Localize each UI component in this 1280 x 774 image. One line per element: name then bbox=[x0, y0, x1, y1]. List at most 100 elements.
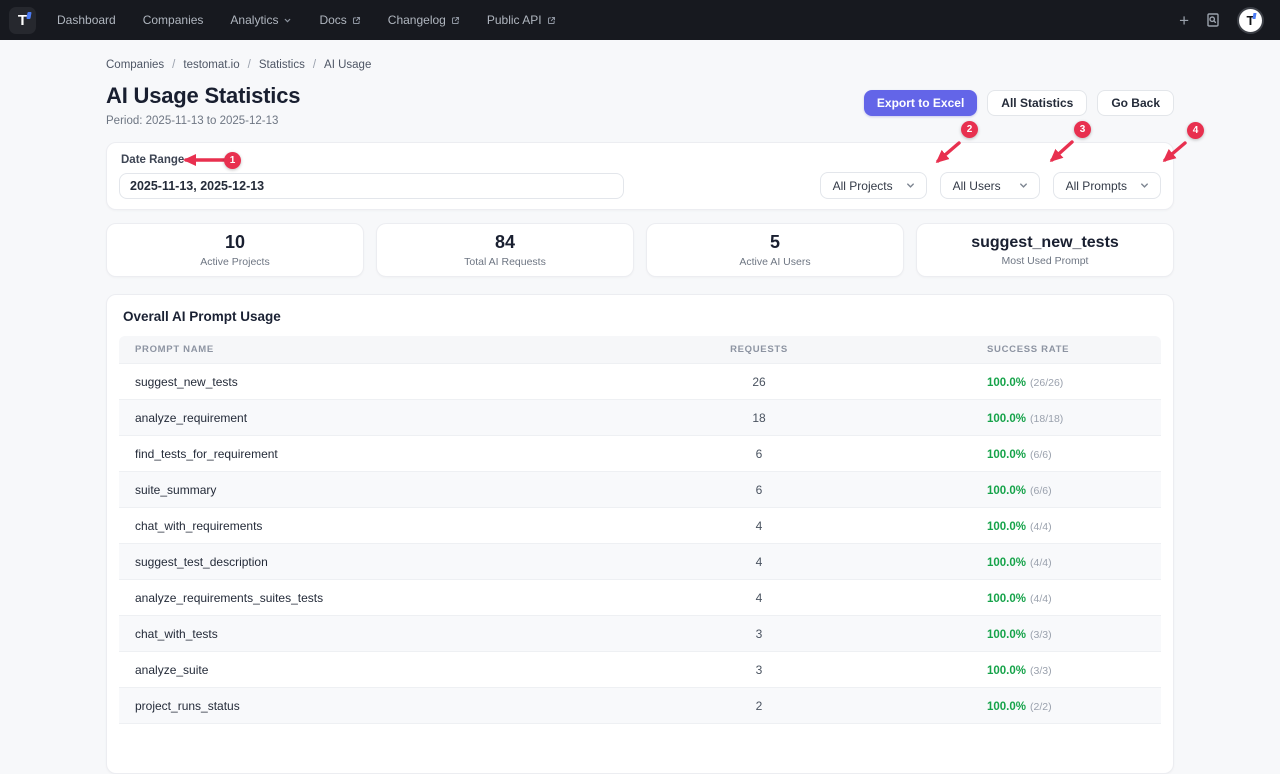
prompt-usage-card: Overall AI Prompt Usage PROMPT NAME REQU… bbox=[106, 294, 1174, 774]
success-rate-detail: (4/4) bbox=[1030, 521, 1052, 533]
table-row bbox=[119, 723, 1161, 759]
success-rate-value: 100.0% bbox=[987, 701, 1026, 713]
success-rate-detail: (6/6) bbox=[1030, 449, 1052, 461]
requests-cell: 4 bbox=[659, 555, 859, 569]
nav-item-docs[interactable]: Docs bbox=[319, 13, 360, 27]
success-rate-cell: 100.0% (4/4) bbox=[859, 555, 1161, 569]
stat-value: 10 bbox=[225, 232, 245, 253]
breadcrumb-statistics[interactable]: Statistics bbox=[259, 59, 305, 71]
nav-item-changelog[interactable]: Changelog bbox=[388, 13, 460, 27]
chevron-down-icon bbox=[283, 16, 292, 25]
success-rate-detail: (26/26) bbox=[1030, 377, 1063, 389]
projects-select[interactable]: All Projects bbox=[820, 172, 927, 199]
requests-cell: 6 bbox=[659, 483, 859, 497]
stat-value: suggest_new_tests bbox=[971, 234, 1119, 252]
prompt-name-cell: find_tests_for_requirement bbox=[119, 447, 659, 461]
column-header-success-rate: SUCCESS RATE bbox=[859, 344, 1161, 355]
success-rate-detail: (4/4) bbox=[1030, 557, 1052, 569]
go-back-button[interactable]: Go Back bbox=[1097, 90, 1174, 116]
annotation-badge-4: 4 bbox=[1187, 122, 1204, 139]
nav-item-analytics[interactable]: Analytics bbox=[230, 13, 292, 27]
success-rate-detail: (2/2) bbox=[1030, 701, 1052, 713]
prompt-name-cell: suggest_test_description bbox=[119, 555, 659, 569]
requests-cell: 2 bbox=[659, 699, 859, 713]
stat-card-total-requests: 84 Total AI Requests bbox=[376, 223, 634, 277]
success-rate-value: 100.0% bbox=[987, 377, 1026, 389]
external-link-icon bbox=[352, 16, 361, 25]
chevron-down-icon bbox=[1139, 180, 1150, 191]
nav-item-companies[interactable]: Companies bbox=[143, 13, 204, 27]
success-rate-detail: (4/4) bbox=[1030, 593, 1052, 605]
requests-cell: 3 bbox=[659, 663, 859, 677]
nav-item-public-api[interactable]: Public API bbox=[487, 13, 556, 27]
breadcrumb-company[interactable]: testomat.io bbox=[183, 59, 239, 71]
prompt-name-cell: analyze_requirements_suites_tests bbox=[119, 591, 659, 605]
prompt-name-cell: project_runs_status bbox=[119, 699, 659, 713]
success-rate-value: 100.0% bbox=[987, 557, 1026, 569]
prompt-name-cell: chat_with_tests bbox=[119, 627, 659, 641]
projects-select-value: All Projects bbox=[833, 179, 893, 193]
stat-label: Most Used Prompt bbox=[1002, 255, 1089, 267]
success-rate-cell: 100.0% (2/2) bbox=[859, 699, 1161, 713]
stat-cards: 10 Active Projects 84 Total AI Requests … bbox=[106, 223, 1174, 277]
add-icon[interactable]: + bbox=[1179, 12, 1189, 29]
filter-card: Date Range 2025-11-13, 2025-12-13 All Pr… bbox=[106, 142, 1174, 210]
breadcrumb-separator: / bbox=[313, 59, 316, 71]
page-header-left: AI Usage Statistics Period: 2025-11-13 t… bbox=[106, 83, 300, 127]
success-rate-cell: 100.0%(3/3) bbox=[859, 663, 1161, 677]
requests-cell: 3 bbox=[659, 627, 859, 641]
prompts-select-value: All Prompts bbox=[1066, 179, 1127, 193]
nav-item-label: Analytics bbox=[230, 13, 278, 27]
nav-item-label: Docs bbox=[319, 13, 346, 27]
requests-cell: 6 bbox=[659, 447, 859, 461]
breadcrumb-companies[interactable]: Companies bbox=[106, 59, 164, 71]
user-avatar[interactable]: T bbox=[1237, 7, 1264, 34]
page-header-buttons: Export to Excel All Statistics Go Back bbox=[864, 90, 1174, 127]
users-select[interactable]: All Users bbox=[940, 172, 1040, 199]
changelog-reader-icon[interactable] bbox=[1205, 12, 1221, 28]
table-row: suite_summary 6 100.0% (6/6) bbox=[119, 471, 1161, 507]
success-rate-cell: 100.0%(4/4) bbox=[859, 591, 1161, 605]
topbar-right: + T bbox=[1179, 7, 1264, 34]
table-header-row: PROMPT NAME REQUESTS SUCCESS RATE bbox=[119, 336, 1161, 363]
success-rate-value: 100.0% bbox=[987, 629, 1026, 641]
stat-value: 84 bbox=[495, 232, 515, 253]
success-rate-value: 100.0% bbox=[987, 521, 1026, 533]
nav-item-label: Companies bbox=[143, 13, 204, 27]
date-range-input[interactable]: 2025-11-13, 2025-12-13 bbox=[119, 173, 624, 199]
success-rate-value: 100.0% bbox=[987, 485, 1026, 497]
prompt-name-cell: analyze_suite bbox=[119, 663, 659, 677]
success-rate-cell: 100.0%(18/18) bbox=[859, 411, 1161, 425]
app-logo-accent bbox=[26, 12, 31, 19]
success-rate-cell: 100.0% (6/6) bbox=[859, 447, 1161, 461]
app-logo[interactable]: T bbox=[9, 7, 36, 34]
chevron-down-icon bbox=[1018, 180, 1029, 191]
success-rate-detail: (3/3) bbox=[1030, 629, 1052, 641]
success-rate-value: 100.0% bbox=[987, 413, 1026, 425]
table-row: chat_with_tests 3 100.0% (3/3) bbox=[119, 615, 1161, 651]
top-navigation: T Dashboard Companies Analytics Docs Cha… bbox=[0, 0, 1280, 40]
success-rate-cell: 100.0% (26/26) bbox=[859, 375, 1161, 389]
all-statistics-button[interactable]: All Statistics bbox=[987, 90, 1087, 116]
success-rate-detail: (6/6) bbox=[1030, 485, 1052, 497]
table-row: analyze_suite 3 100.0%(3/3) bbox=[119, 651, 1161, 687]
nav-item-label: Changelog bbox=[388, 13, 446, 27]
breadcrumb-separator: / bbox=[172, 59, 175, 71]
page-title: AI Usage Statistics bbox=[106, 83, 300, 109]
column-header-requests: REQUESTS bbox=[659, 344, 859, 355]
external-link-icon bbox=[547, 16, 556, 25]
users-select-value: All Users bbox=[953, 179, 1001, 193]
nav-item-dashboard[interactable]: Dashboard bbox=[57, 13, 116, 27]
prompts-select[interactable]: All Prompts bbox=[1053, 172, 1161, 199]
date-range-label: Date Range bbox=[121, 154, 624, 166]
table-row: find_tests_for_requirement 6 100.0% (6/6) bbox=[119, 435, 1161, 471]
stat-label: Active Projects bbox=[200, 256, 269, 268]
nav-item-label: Public API bbox=[487, 13, 542, 27]
requests-cell: 18 bbox=[659, 411, 859, 425]
export-to-excel-button[interactable]: Export to Excel bbox=[864, 90, 977, 116]
success-rate-value: 100.0% bbox=[987, 449, 1026, 461]
success-rate-cell: 100.0% (4/4) bbox=[859, 519, 1161, 533]
prompt-name-cell: suite_summary bbox=[119, 483, 659, 497]
table-row: analyze_requirement 18 100.0%(18/18) bbox=[119, 399, 1161, 435]
prompt-name-cell: chat_with_requirements bbox=[119, 519, 659, 533]
